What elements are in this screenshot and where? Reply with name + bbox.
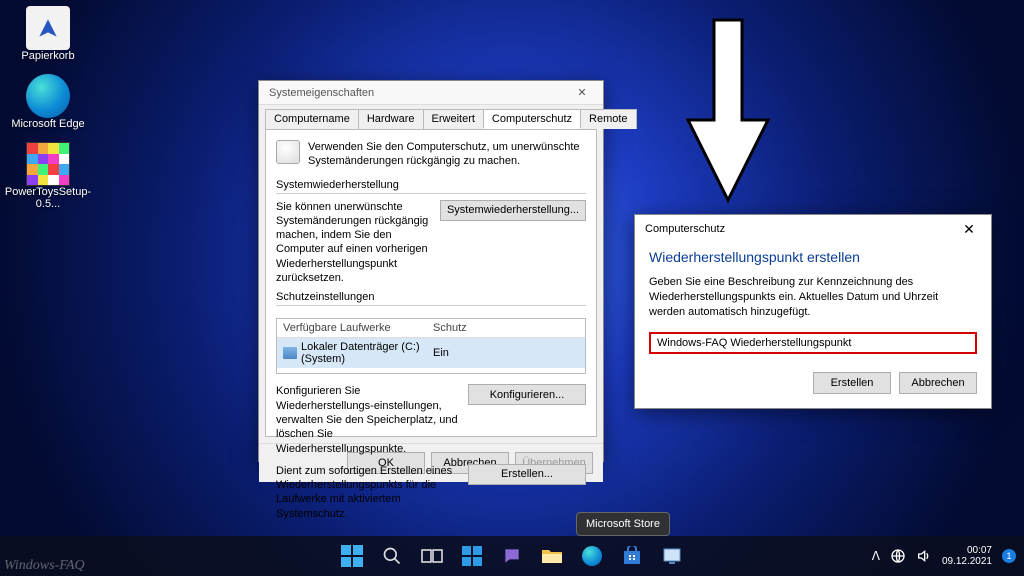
desktop-icon-powertoys[interactable]: PowerToysSetup-0.5... — [10, 142, 86, 210]
tab-remote[interactable]: Remote — [580, 109, 637, 129]
shield-icon — [276, 140, 300, 164]
time: 00:07 — [942, 545, 992, 557]
cursor-arrow-annotation — [678, 10, 778, 210]
edge-button[interactable] — [574, 538, 610, 574]
close-button[interactable]: ✕ — [951, 217, 987, 241]
edge-icon — [26, 74, 70, 118]
tab-erweitert[interactable]: Erweitert — [423, 109, 484, 129]
store-button[interactable] — [614, 538, 650, 574]
search-button[interactable] — [374, 538, 410, 574]
desktop-icon-label: PowerToysSetup-0.5... — [5, 186, 91, 210]
tab-body: Verwenden Sie den Computerschutz, um une… — [265, 129, 597, 437]
system-restore-button[interactable]: Systemwiederherstellung... — [440, 200, 586, 221]
drive-icon — [283, 347, 297, 359]
desktop-icon-edge[interactable]: Microsoft Edge — [10, 74, 86, 130]
taskbar: ᐱ 00:07 09.12.2021 1 — [0, 536, 1024, 576]
titlebar[interactable]: Systemeigenschaften ✕ — [259, 81, 603, 105]
dialog-cancel-button[interactable]: Abbrechen — [899, 372, 977, 394]
widgets-button[interactable] — [454, 538, 490, 574]
dialog-title: Computerschutz — [645, 223, 725, 235]
dialog-titlebar[interactable]: Computerschutz ✕ — [635, 215, 991, 243]
create-text: Dient zum sofortigen Erstellen eines Wie… — [276, 464, 460, 521]
desktop-icon-recycle-bin[interactable]: Papierkorb — [10, 6, 86, 62]
system-properties-window: Systemeigenschaften ✕ Computername Hardw… — [258, 80, 604, 462]
desktop-icon-label: Papierkorb — [21, 50, 74, 62]
taskbar-tooltip: Microsoft Store — [576, 512, 670, 536]
create-restore-point-dialog: Computerschutz ✕ Wiederherstellungspunkt… — [634, 214, 992, 409]
notification-badge[interactable]: 1 — [1002, 549, 1016, 563]
col-prot: Schutz — [433, 322, 467, 334]
network-icon[interactable] — [890, 548, 906, 564]
create-button[interactable]: Erstellen... — [468, 464, 586, 485]
desktop-icon-label: Microsoft Edge — [11, 118, 84, 130]
recycle-bin-icon — [26, 6, 70, 50]
intro-text: Verwenden Sie den Computerschutz, um une… — [308, 140, 586, 169]
window-title: Systemeigenschaften — [269, 87, 374, 99]
col-drive: Verfügbare Laufwerke — [283, 322, 433, 334]
tray-chevron-icon[interactable]: ᐱ — [872, 549, 880, 563]
restore-point-name-input[interactable] — [649, 332, 977, 354]
dialog-desc: Geben Sie eine Beschreibung zur Kennzeic… — [649, 275, 977, 320]
close-button[interactable]: ✕ — [567, 84, 597, 102]
file-explorer-button[interactable] — [534, 538, 570, 574]
tab-computername[interactable]: Computername — [265, 109, 359, 129]
group-title-settings: Schutzeinstellungen — [276, 291, 586, 303]
chat-button[interactable] — [494, 538, 530, 574]
date: 09.12.2021 — [942, 556, 992, 568]
tab-hardware[interactable]: Hardware — [358, 109, 424, 129]
system-properties-taskbar[interactable] — [654, 538, 690, 574]
powertoys-icon — [26, 142, 70, 186]
drive-row[interactable]: Lokaler Datenträger (C:) (System) Ein — [277, 338, 585, 368]
drive-prot: Ein — [433, 347, 449, 359]
restore-text: Sie können unerwünschte Systemänderungen… — [276, 200, 432, 286]
dialog-heading: Wiederherstellungspunkt erstellen — [649, 249, 977, 265]
start-button[interactable] — [334, 538, 370, 574]
configure-button[interactable]: Konfigurieren... — [468, 384, 586, 405]
task-view-button[interactable] — [414, 538, 450, 574]
clock[interactable]: 00:07 09.12.2021 — [942, 545, 992, 568]
tab-computerschutz[interactable]: Computerschutz — [483, 109, 581, 129]
dialog-create-button[interactable]: Erstellen — [813, 372, 891, 394]
group-title-restore: Systemwiederherstellung — [276, 179, 586, 191]
tabs: Computername Hardware Erweitert Computer… — [259, 105, 603, 129]
drive-list[interactable]: Verfügbare Laufwerke Schutz Lokaler Date… — [276, 318, 586, 374]
drive-name: Lokaler Datenträger (C:) (System) — [301, 341, 433, 365]
configure-text: Konfigurieren Sie Wiederherstellungs-ein… — [276, 384, 460, 455]
volume-icon[interactable] — [916, 548, 932, 564]
